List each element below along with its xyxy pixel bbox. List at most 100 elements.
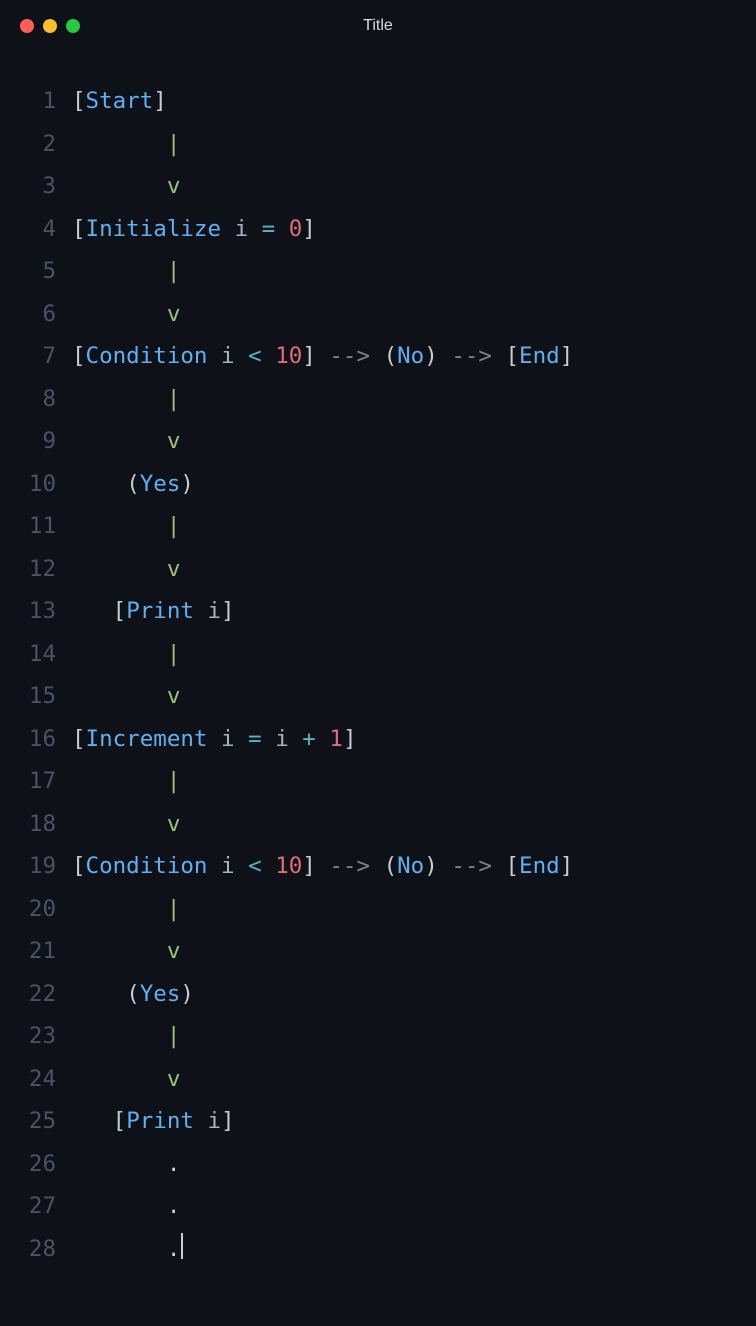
token-plain (72, 173, 167, 199)
traffic-lights (20, 19, 80, 33)
code-content[interactable]: v (72, 803, 180, 846)
code-line[interactable]: 25 [Print i] (0, 1100, 756, 1143)
code-content[interactable]: [Increment i = i + 1] (72, 718, 356, 761)
token-plain (72, 896, 167, 922)
code-line[interactable]: 9 v (0, 420, 756, 463)
token-bracket: [ (72, 726, 86, 752)
token-plain (316, 726, 330, 752)
token-pipe: | (167, 386, 181, 412)
code-line[interactable]: 28 . (0, 1228, 756, 1271)
code-content[interactable]: [Condition i < 10] --> (No) --> [End] (72, 845, 573, 888)
code-content[interactable]: [Condition i < 10] --> (No) --> [End] (72, 335, 573, 378)
token-paren: ( (384, 343, 398, 369)
code-content[interactable]: [Start] (72, 80, 167, 123)
token-ident: Print (126, 1108, 194, 1134)
code-content[interactable]: v (72, 420, 180, 463)
code-content[interactable]: | (72, 633, 180, 676)
code-line[interactable]: 15 v (0, 675, 756, 718)
line-number: 28 (0, 1228, 72, 1271)
token-v: v (167, 556, 181, 582)
token-v: v (167, 173, 181, 199)
line-number: 12 (0, 548, 72, 591)
code-line[interactable]: 1[Start] (0, 80, 756, 123)
close-icon[interactable] (20, 19, 34, 33)
titlebar: Title (0, 0, 756, 52)
token-plain (235, 853, 249, 879)
code-content[interactable]: v (72, 930, 180, 973)
token-plain (72, 1108, 113, 1134)
code-content[interactable]: v (72, 165, 180, 208)
code-line[interactable]: 24 v (0, 1058, 756, 1101)
code-content[interactable]: | (72, 760, 180, 803)
code-line[interactable]: 11 | (0, 505, 756, 548)
code-line[interactable]: 20 | (0, 888, 756, 931)
code-line[interactable]: 23 | (0, 1015, 756, 1058)
code-line[interactable]: 8 | (0, 378, 756, 421)
code-content[interactable]: | (72, 123, 180, 166)
token-plain (72, 556, 167, 582)
minimize-icon[interactable] (43, 19, 57, 33)
token-arrow: --> (329, 853, 370, 879)
code-line[interactable]: 22 (Yes) (0, 973, 756, 1016)
token-ident: End (519, 853, 560, 879)
window-title: Title (0, 17, 756, 35)
token-plain (72, 811, 167, 837)
line-number: 7 (0, 335, 72, 378)
code-line[interactable]: 16[Increment i = i + 1] (0, 718, 756, 761)
code-line[interactable]: 6 v (0, 293, 756, 336)
token-var: i (207, 598, 221, 624)
code-line[interactable]: 14 | (0, 633, 756, 676)
line-number: 14 (0, 633, 72, 676)
token-bracket: ] (221, 598, 235, 624)
line-number: 19 (0, 845, 72, 888)
code-content[interactable]: . (72, 1228, 183, 1271)
line-number: 22 (0, 973, 72, 1016)
code-line[interactable]: 19[Condition i < 10] --> (No) --> [End] (0, 845, 756, 888)
token-dot: . (167, 1151, 181, 1177)
code-content[interactable]: (Yes) (72, 973, 194, 1016)
token-v: v (167, 301, 181, 327)
code-content[interactable]: . (72, 1185, 180, 1228)
token-plain (262, 343, 276, 369)
code-line[interactable]: 2 | (0, 123, 756, 166)
code-line[interactable]: 18 v (0, 803, 756, 846)
code-content[interactable]: [Print i] (72, 590, 235, 633)
code-content[interactable]: | (72, 250, 180, 293)
line-number: 9 (0, 420, 72, 463)
code-content[interactable]: | (72, 888, 180, 931)
code-line[interactable]: 13 [Print i] (0, 590, 756, 633)
code-line[interactable]: 17 | (0, 760, 756, 803)
code-content[interactable]: | (72, 378, 180, 421)
zoom-icon[interactable] (66, 19, 80, 33)
token-plain (72, 981, 126, 1007)
token-numred: 1 (329, 726, 343, 752)
code-content[interactable]: v (72, 548, 180, 591)
code-content[interactable]: [Print i] (72, 1100, 235, 1143)
code-content[interactable]: v (72, 675, 180, 718)
code-content[interactable]: v (72, 293, 180, 336)
token-pipe: | (167, 513, 181, 539)
token-plain (72, 641, 167, 667)
code-line[interactable]: 26 . (0, 1143, 756, 1186)
code-editor[interactable]: 1[Start]2 |3 v4[Initialize i = 0]5 |6 v7… (0, 52, 756, 1326)
code-content[interactable]: v (72, 1058, 180, 1101)
code-content[interactable]: | (72, 505, 180, 548)
code-content[interactable]: (Yes) (72, 463, 194, 506)
line-number: 15 (0, 675, 72, 718)
token-plain (492, 853, 506, 879)
code-line[interactable]: 12 v (0, 548, 756, 591)
code-line[interactable]: 7[Condition i < 10] --> (No) --> [End] (0, 335, 756, 378)
token-plain (72, 428, 167, 454)
code-line[interactable]: 4[Initialize i = 0] (0, 208, 756, 251)
code-line[interactable]: 5 | (0, 250, 756, 293)
code-line[interactable]: 27 . (0, 1185, 756, 1228)
code-line[interactable]: 21 v (0, 930, 756, 973)
code-line[interactable]: 10 (Yes) (0, 463, 756, 506)
token-arrow: --> (329, 343, 370, 369)
code-content[interactable]: [Initialize i = 0] (72, 208, 316, 251)
code-line[interactable]: 3 v (0, 165, 756, 208)
code-content[interactable]: . (72, 1143, 180, 1186)
token-bracket: [ (113, 598, 127, 624)
code-content[interactable]: | (72, 1015, 180, 1058)
token-plain (438, 343, 452, 369)
